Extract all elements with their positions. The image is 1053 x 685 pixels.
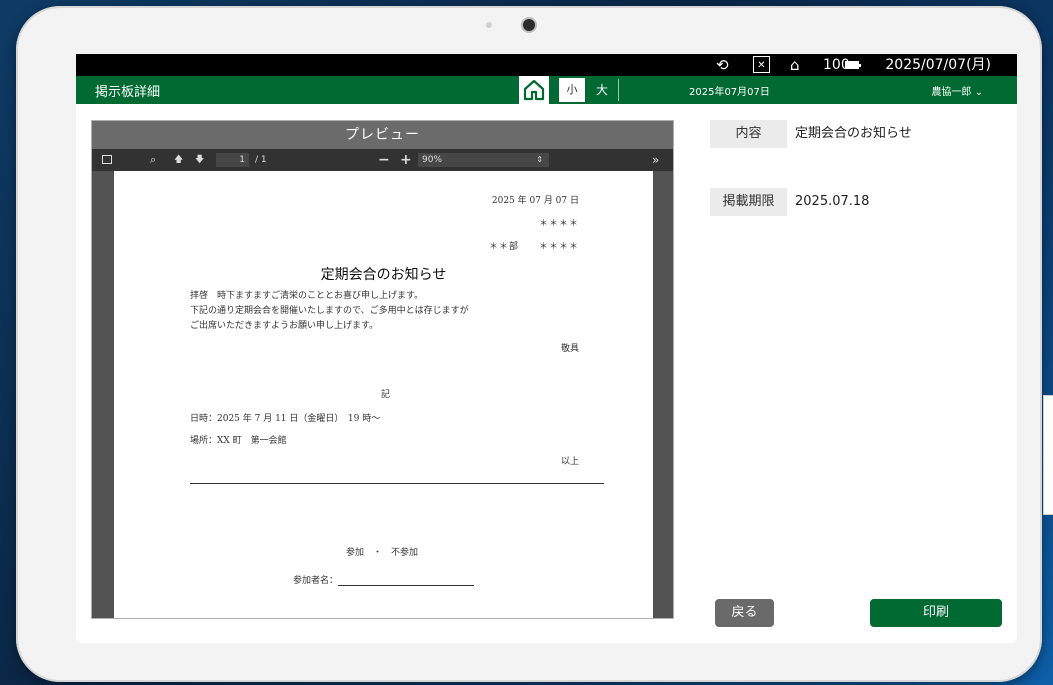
doc-title: 定期会合のお知らせ xyxy=(320,267,447,283)
expand-icon[interactable]: ✕ xyxy=(753,56,770,73)
next-page-icon[interactable]: 🡇 xyxy=(195,149,204,171)
sensor-dot xyxy=(486,22,492,28)
doc-name-line xyxy=(338,576,475,586)
doc-attendance: 参加 ・ 不参加 xyxy=(346,548,419,558)
home-icon xyxy=(523,79,545,101)
font-size-small-button[interactable]: 小 xyxy=(559,78,585,102)
doc-body-line: 拝啓 時下ますますご清栄のこととお喜び申し上げます。 xyxy=(190,291,424,301)
doc-ki: 記 xyxy=(381,390,391,400)
app-screen: ⟲ ✕ ⌂ 100 2025/07/07(月) 掲示板詳細 小 大 2025年0… xyxy=(76,54,1017,643)
page-title: 掲示板詳細 xyxy=(95,85,161,100)
screen-rotation-icon[interactable]: ⟲ xyxy=(716,56,729,74)
preview-title: プレビュー xyxy=(92,121,673,149)
doc-department: ＊＊部 ＊＊＊＊ xyxy=(488,242,579,252)
doc-divider xyxy=(190,483,604,484)
doc-date: 2025 年 07 月 07 日 xyxy=(491,196,579,206)
page-total: / 1 xyxy=(255,155,267,165)
content-label: 内容 xyxy=(710,120,787,148)
header-date: 2025年07月07日 xyxy=(689,87,770,98)
home-button[interactable] xyxy=(519,76,549,104)
doc-place: 場所：XX 町 第一会館 xyxy=(190,436,287,446)
page-number-input[interactable]: 1 xyxy=(216,153,249,167)
more-tools-icon[interactable]: » xyxy=(652,149,659,171)
font-size-large-button[interactable]: 大 xyxy=(589,78,615,102)
tablet-frame: ⟲ ✕ ⌂ 100 2025/07/07(月) 掲示板詳細 小 大 2025年0… xyxy=(16,6,1042,682)
doc-closing: 敬具 xyxy=(560,344,579,354)
sidebar-toggle-icon[interactable] xyxy=(102,155,112,164)
doc-name-label: 参加者名： xyxy=(293,576,339,586)
battery-icon xyxy=(845,61,861,69)
doc-body-line: ご出席いただきますようお願い申し上げます。 xyxy=(190,321,379,331)
pdf-page: 2025 年 07 月 07 日 ＊＊＊＊ ＊＊部 ＊＊＊＊ 定期会合のお知らせ… xyxy=(114,171,653,618)
doc-name-field: 参加者名： xyxy=(293,573,475,586)
deadline-label: 掲載期限 xyxy=(710,188,787,216)
zoom-select[interactable]: 90% ⇕ xyxy=(418,153,549,167)
camera-icon xyxy=(523,19,535,31)
doc-body: 拝啓 時下ますますご清栄のこととお喜び申し上げます。 下記の通り定期会合を開催い… xyxy=(190,289,469,334)
zoom-in-icon[interactable]: + xyxy=(400,149,412,171)
zoom-out-icon[interactable]: − xyxy=(378,149,390,171)
content-value: 定期会合のお知らせ xyxy=(795,126,912,141)
doc-body-line: 下記の通り定期会合を開催いたしますので、ご多用中とは存じますが xyxy=(190,306,469,316)
home-outline-icon[interactable]: ⌂ xyxy=(790,56,800,74)
pdf-toolbar: ⌕ 🡅 🡇 1 / 1 − + 90% ⇕ » xyxy=(92,149,673,171)
header-divider xyxy=(618,79,619,101)
background-window-edge xyxy=(1043,395,1053,515)
doc-sender: ＊＊＊＊ xyxy=(538,219,579,229)
print-button[interactable]: 印刷 xyxy=(870,599,1002,627)
app-header: 掲示板詳細 小 大 2025年07月07日 農協一郎 ⌄ xyxy=(76,76,1017,104)
pdf-preview-panel: プレビュー ⌕ 🡅 🡇 1 / 1 − + 90% ⇕ » 2025 年 07 … xyxy=(91,120,674,619)
status-bar: ⟲ ✕ ⌂ 100 2025/07/07(月) xyxy=(76,54,1017,76)
doc-datetime: 日時：2025 年 7 月 11 日（金曜日） 19 時～ xyxy=(190,414,381,424)
chevron-updown-icon: ⇕ xyxy=(536,155,543,164)
user-menu[interactable]: 農協一郎 ⌄ xyxy=(931,83,983,98)
deadline-value: 2025.07.18 xyxy=(795,194,870,209)
zoom-value: 90% xyxy=(422,155,443,165)
search-icon[interactable]: ⌕ xyxy=(150,149,156,171)
doc-ijou: 以上 xyxy=(560,457,579,467)
back-button[interactable]: 戻る xyxy=(715,599,774,627)
previous-page-icon[interactable]: 🡅 xyxy=(174,149,183,171)
status-date: 2025/07/07(月) xyxy=(885,57,991,73)
